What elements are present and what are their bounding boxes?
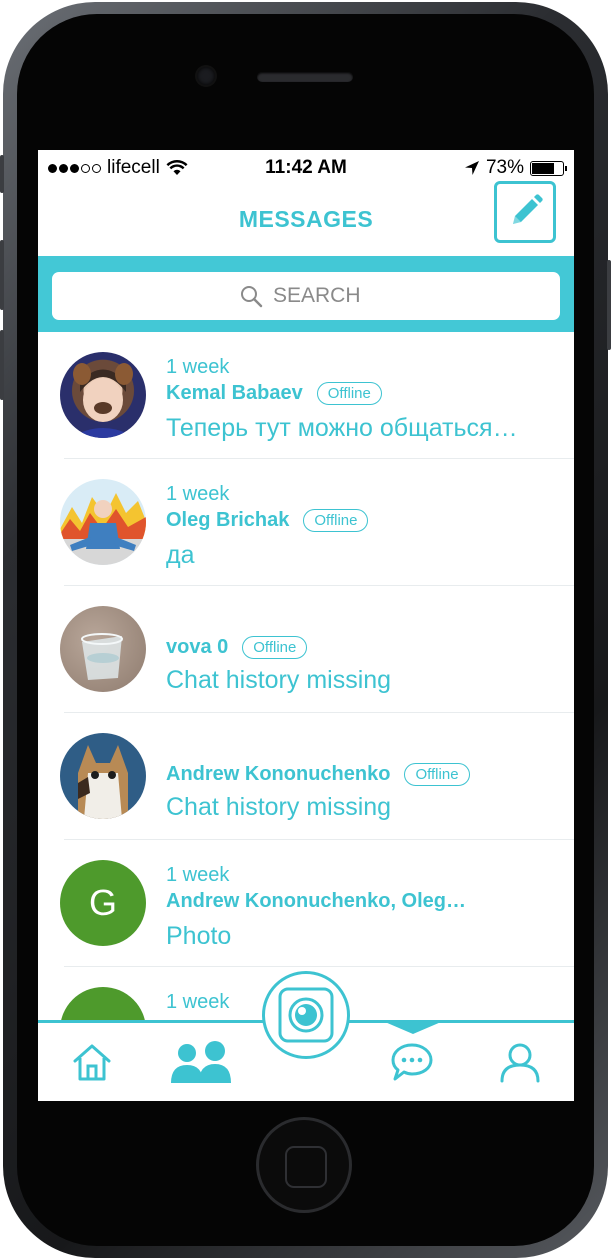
- name-line: Oleg Brichak Offline: [166, 509, 369, 532]
- pencil-icon: [513, 194, 543, 224]
- last-message: Photo: [166, 922, 232, 950]
- contacts-icon: [171, 1041, 231, 1083]
- avatar-letter: G: [88, 882, 117, 923]
- conversation-row[interactable]: vova 0 Offline Chat history missing: [38, 586, 574, 713]
- home-button[interactable]: [259, 1120, 349, 1210]
- name-line: Kemal Babaev Offline: [166, 382, 382, 405]
- search-icon: [241, 286, 263, 308]
- contact-name: Kemal Babaev: [166, 382, 303, 404]
- tab-home[interactable]: [62, 1034, 122, 1090]
- last-message: да: [166, 541, 195, 569]
- name-line: Andrew Kononuchenko Offline: [166, 763, 470, 786]
- home-icon: [73, 1044, 111, 1081]
- conversation-time: 1 week: [166, 864, 230, 886]
- chat-icon: [391, 1043, 433, 1081]
- location-arrow-icon: [464, 161, 479, 175]
- camera-icon: [278, 987, 334, 1043]
- avatar: [60, 352, 146, 438]
- status-badge: Offline: [242, 636, 308, 659]
- conversation-time: 1 week: [166, 991, 230, 1013]
- contact-name: Andrew Kononuchenko, Oleg…: [166, 890, 467, 912]
- volume-up-button: [0, 240, 4, 310]
- contact-name: Andrew Kononuchenko: [166, 763, 391, 785]
- tab-chat[interactable]: [382, 1034, 442, 1090]
- earpiece-speaker: [257, 72, 353, 82]
- conversation-time: 1 week: [166, 483, 230, 505]
- avatar: [60, 606, 146, 692]
- conversation-row[interactable]: 1 week Kemal Babaev Offline Теперь тут м…: [38, 332, 574, 459]
- volume-down-button: [0, 330, 4, 400]
- power-button: [607, 260, 611, 350]
- status-badge: Offline: [316, 382, 382, 405]
- last-message: Chat history missing: [166, 666, 392, 694]
- conversation-row[interactable]: Andrew Kononuchenko Offline Chat history…: [38, 713, 574, 840]
- conversation-time: 1 week: [166, 356, 230, 378]
- battery-icon: [530, 160, 567, 176]
- app-screen: lifecell 11:42 AM 73% MESSAGES SEARCH 1 …: [38, 150, 574, 1101]
- search-bar-container: [38, 256, 574, 332]
- search-field[interactable]: [52, 272, 560, 320]
- avatar: [60, 733, 146, 819]
- name-line: Andrew Kononuchenko, Oleg…: [166, 890, 466, 913]
- avatar: [60, 479, 146, 565]
- conversation-row[interactable]: 1 week Oleg Brichak Offline да: [38, 459, 574, 586]
- status-bar: lifecell 11:42 AM 73%: [38, 150, 574, 186]
- contact-name: vova 0: [166, 636, 229, 658]
- front-camera: [197, 67, 215, 85]
- contact-name: Oleg Brichak: [166, 509, 290, 531]
- tab-profile[interactable]: [490, 1034, 550, 1090]
- mute-switch: [0, 155, 4, 193]
- profile-icon: [500, 1043, 540, 1083]
- status-badge: Offline: [404, 763, 470, 786]
- last-message: Chat history missing: [166, 793, 392, 821]
- header: MESSAGES: [38, 181, 574, 256]
- status-badge: Offline: [303, 509, 369, 532]
- last-message: Теперь тут можно общаться…: [166, 414, 518, 442]
- battery-percent: 73%: [485, 157, 524, 178]
- search-input[interactable]: [273, 284, 373, 308]
- compose-button[interactable]: [494, 181, 556, 243]
- tab-bar: [38, 971, 574, 1101]
- status-right: 73%: [464, 157, 567, 179]
- active-tab-indicator: [385, 1022, 441, 1034]
- avatar: G: [60, 860, 146, 946]
- tab-contacts[interactable]: [166, 1034, 236, 1090]
- camera-button[interactable]: [262, 971, 350, 1059]
- name-line: vova 0 Offline: [166, 636, 308, 659]
- conversation-row[interactable]: G 1 week Andrew Kononuchenko, Oleg… Phot…: [38, 840, 574, 967]
